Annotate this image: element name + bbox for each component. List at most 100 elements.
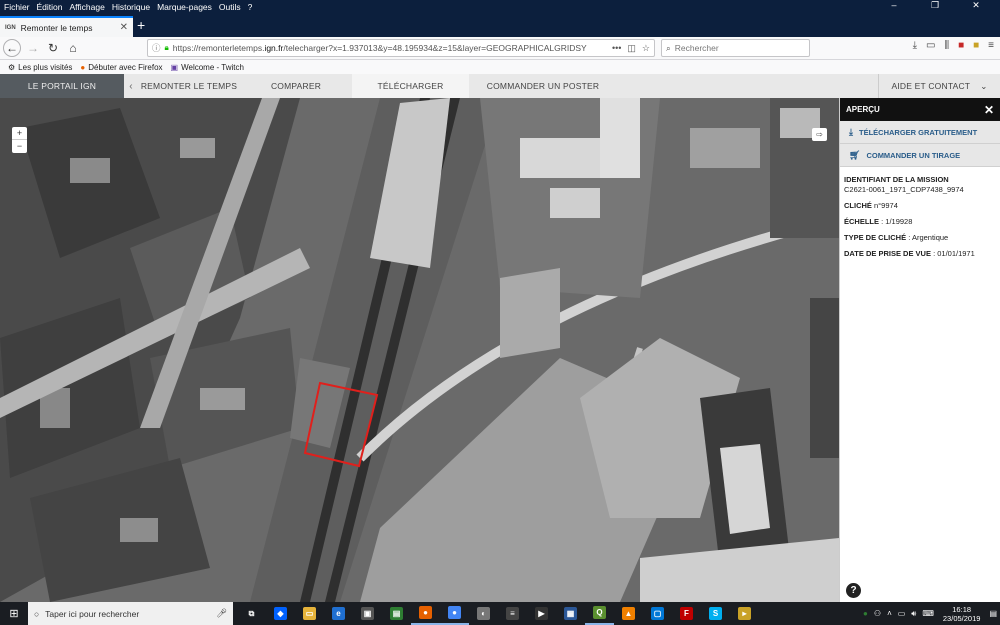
page-actions-icon[interactable]: ••• bbox=[612, 43, 621, 54]
url-bar[interactable]: ⓘ 🔒︎ https://remonterletemps.ign.fr/tele… bbox=[147, 39, 655, 57]
people-icon[interactable]: ⚇ bbox=[874, 609, 881, 618]
hamburger-menu-icon[interactable]: ≡ bbox=[988, 40, 994, 51]
home-icon[interactable]: ⌂ bbox=[63, 38, 83, 58]
downloads-icon[interactable]: ⤓ bbox=[913, 40, 917, 51]
forward-icon[interactable]: → bbox=[23, 38, 43, 58]
back-icon[interactable]: ← bbox=[3, 39, 21, 57]
nav-remonter-le-temps[interactable]: REMONTER LE TEMPS bbox=[138, 74, 240, 98]
url-text[interactable]: https://remonterletemps.ign.fr/telecharg… bbox=[173, 43, 612, 53]
chevron-down-icon: ⌄ bbox=[980, 80, 988, 91]
menu-affichage[interactable]: Affichage bbox=[70, 2, 105, 12]
store-icon[interactable]: ▢ bbox=[643, 602, 672, 625]
date-row: DATE DE PRISE DE VUE : 01/01/1971 bbox=[844, 249, 996, 259]
task-view-icon[interactable]: ⧉ bbox=[237, 602, 266, 625]
new-tab-icon[interactable]: + bbox=[137, 17, 145, 33]
date-label: DATE DE PRISE DE VUE bbox=[844, 249, 931, 258]
taskbar-apps: ⧉ ◆ ▭ e ▣ ▤ ● ● ◐ ≡ ▶ ▦ Q ▲ ▢ F S ▸ bbox=[237, 602, 759, 625]
download-free-button[interactable]: ⤓ TÉLÉCHARGER GRATUITEMENT bbox=[840, 121, 1000, 144]
nav-commander-un-poster[interactable]: COMMANDER UN POSTER bbox=[469, 74, 617, 98]
library-icon[interactable]: ⫼ bbox=[944, 40, 949, 51]
zoom-in-button[interactable]: + bbox=[12, 127, 27, 140]
media-app-icon-glyph: ▶ bbox=[535, 607, 548, 620]
id-card-icon[interactable]: ▦ bbox=[556, 602, 585, 625]
chevron-up-icon[interactable]: ˄ bbox=[887, 609, 892, 618]
reload-icon[interactable]: ↻ bbox=[43, 38, 63, 58]
nav-comparer[interactable]: COMPARER bbox=[240, 74, 352, 98]
close-window-icon[interactable]: ✕ bbox=[959, 0, 993, 13]
menu-historique[interactable]: Historique bbox=[112, 2, 150, 12]
file-explorer-icon[interactable]: ▭ bbox=[295, 602, 324, 625]
microphone-icon[interactable]: 🎤︎ bbox=[216, 608, 227, 619]
clock[interactable]: 16:18 23/05/2019 bbox=[943, 605, 981, 623]
ign-favicon-icon: IGN bbox=[5, 24, 16, 31]
filezilla-icon[interactable]: F bbox=[672, 602, 701, 625]
nav-telecharger[interactable]: TÉLÉCHARGER bbox=[352, 74, 469, 98]
reader-icon[interactable]: ▭ bbox=[926, 40, 935, 51]
skype-icon[interactable]: S bbox=[701, 602, 730, 625]
cart-icon: 🛒︎ bbox=[849, 149, 861, 160]
panel-header: APERÇU ✕ bbox=[840, 98, 1000, 121]
video-app-icon[interactable]: ▸ bbox=[730, 602, 759, 625]
pocket-icon[interactable]: ◫ bbox=[627, 43, 636, 54]
photo-info: IDENTIFIANT DE LA MISSION C2621-0061_197… bbox=[840, 167, 1000, 273]
photo-app-icon[interactable]: ▣ bbox=[353, 602, 382, 625]
window-controls: – ❐ ✕ bbox=[877, 0, 1000, 13]
menu-bar: Fichier Édition Affichage Historique Mar… bbox=[0, 0, 1000, 13]
search-bar[interactable]: ⌕ Rechercher bbox=[661, 39, 810, 57]
notes-app-icon-glyph: ≡ bbox=[506, 607, 519, 620]
minimize-icon[interactable]: – bbox=[877, 0, 911, 13]
lock-icon[interactable]: 🔒︎ bbox=[165, 43, 169, 53]
chevron-left-icon[interactable]: ‹ bbox=[124, 81, 138, 92]
edge-icon[interactable]: e bbox=[324, 602, 353, 625]
bookmark-twitch[interactable]: ▣ Welcome - Twitch bbox=[171, 63, 244, 72]
echelle-value: : 1/19928 bbox=[881, 217, 913, 226]
mission-row: IDENTIFIANT DE LA MISSION C2621-0061_197… bbox=[844, 175, 996, 195]
dropbox-icon[interactable]: ◆ bbox=[266, 602, 295, 625]
chrome-icon[interactable]: ● bbox=[440, 602, 469, 625]
bookmark-firefox[interactable]: ● Débuter avec Firefox bbox=[80, 63, 162, 72]
bookmark-most-visited[interactable]: ⚙ Les plus visités bbox=[8, 63, 72, 72]
terminal-icon[interactable]: ▤ bbox=[382, 602, 411, 625]
network-icon[interactable]: ▭ bbox=[898, 609, 906, 618]
menu-fichier[interactable]: Fichier bbox=[4, 2, 30, 12]
search-placeholder: Rechercher bbox=[674, 43, 719, 53]
firefox-icon-glyph: ● bbox=[419, 606, 432, 619]
volume-icon[interactable]: 🔊︎ bbox=[911, 609, 916, 619]
nav-aide-et-contact[interactable]: AIDE ET CONTACT ⌄ bbox=[878, 74, 1000, 98]
windows-start-icon[interactable]: ⊞ bbox=[0, 602, 28, 625]
mission-label: IDENTIFIANT DE LA MISSION bbox=[844, 175, 949, 184]
extension-yellow-icon[interactable]: ■ bbox=[973, 40, 979, 51]
restore-icon[interactable]: ❐ bbox=[918, 0, 952, 13]
type-value: : Argentique bbox=[908, 233, 949, 242]
vlc-icon[interactable]: ▲ bbox=[614, 602, 643, 625]
menu-outils[interactable]: Outils bbox=[219, 2, 241, 12]
terminal-icon-glyph: ▤ bbox=[390, 607, 403, 620]
globe-app-icon[interactable]: ◐ bbox=[469, 602, 498, 625]
keyboard-icon[interactable]: ⌨ bbox=[922, 609, 934, 618]
bookmark-star-icon[interactable]: ☆ bbox=[642, 43, 650, 54]
help-tray-icon[interactable]: ● bbox=[863, 609, 868, 618]
extension-red-icon[interactable]: ■ bbox=[958, 40, 964, 51]
globe-app-icon-glyph: ◐ bbox=[477, 607, 490, 620]
tab-remonter-le-temps[interactable]: IGN Remonter le temps ✕ bbox=[0, 16, 133, 37]
tab-title: Remonter le temps bbox=[20, 22, 93, 33]
zoom-out-button[interactable]: − bbox=[12, 140, 27, 153]
panel-toggle-icon[interactable]: ⇨ bbox=[812, 128, 827, 141]
tab-close-icon[interactable]: ✕ bbox=[120, 22, 128, 33]
notes-app-icon[interactable]: ≡ bbox=[498, 602, 527, 625]
info-icon[interactable]: ⓘ bbox=[152, 42, 161, 54]
aerial-photo-map[interactable]: + − ⇨ bbox=[0, 98, 839, 602]
help-button[interactable]: ? bbox=[846, 583, 861, 598]
qgis-icon[interactable]: Q bbox=[585, 602, 614, 625]
file-explorer-icon-glyph: ▭ bbox=[303, 607, 316, 620]
portal-ign-link[interactable]: LE PORTAIL IGN bbox=[0, 74, 124, 98]
media-app-icon[interactable]: ▶ bbox=[527, 602, 556, 625]
menu-edition[interactable]: Édition bbox=[37, 2, 63, 12]
close-icon[interactable]: ✕ bbox=[984, 103, 994, 117]
order-print-button[interactable]: 🛒︎ COMMANDER UN TIRAGE bbox=[840, 144, 1000, 167]
taskbar-search[interactable]: ○ Taper ici pour rechercher 🎤︎ bbox=[28, 602, 233, 625]
firefox-icon[interactable]: ● bbox=[411, 602, 440, 625]
menu-aide[interactable]: ? bbox=[248, 2, 253, 12]
menu-marque-pages[interactable]: Marque-pages bbox=[157, 2, 212, 12]
notification-icon[interactable]: ▤ bbox=[989, 609, 997, 618]
